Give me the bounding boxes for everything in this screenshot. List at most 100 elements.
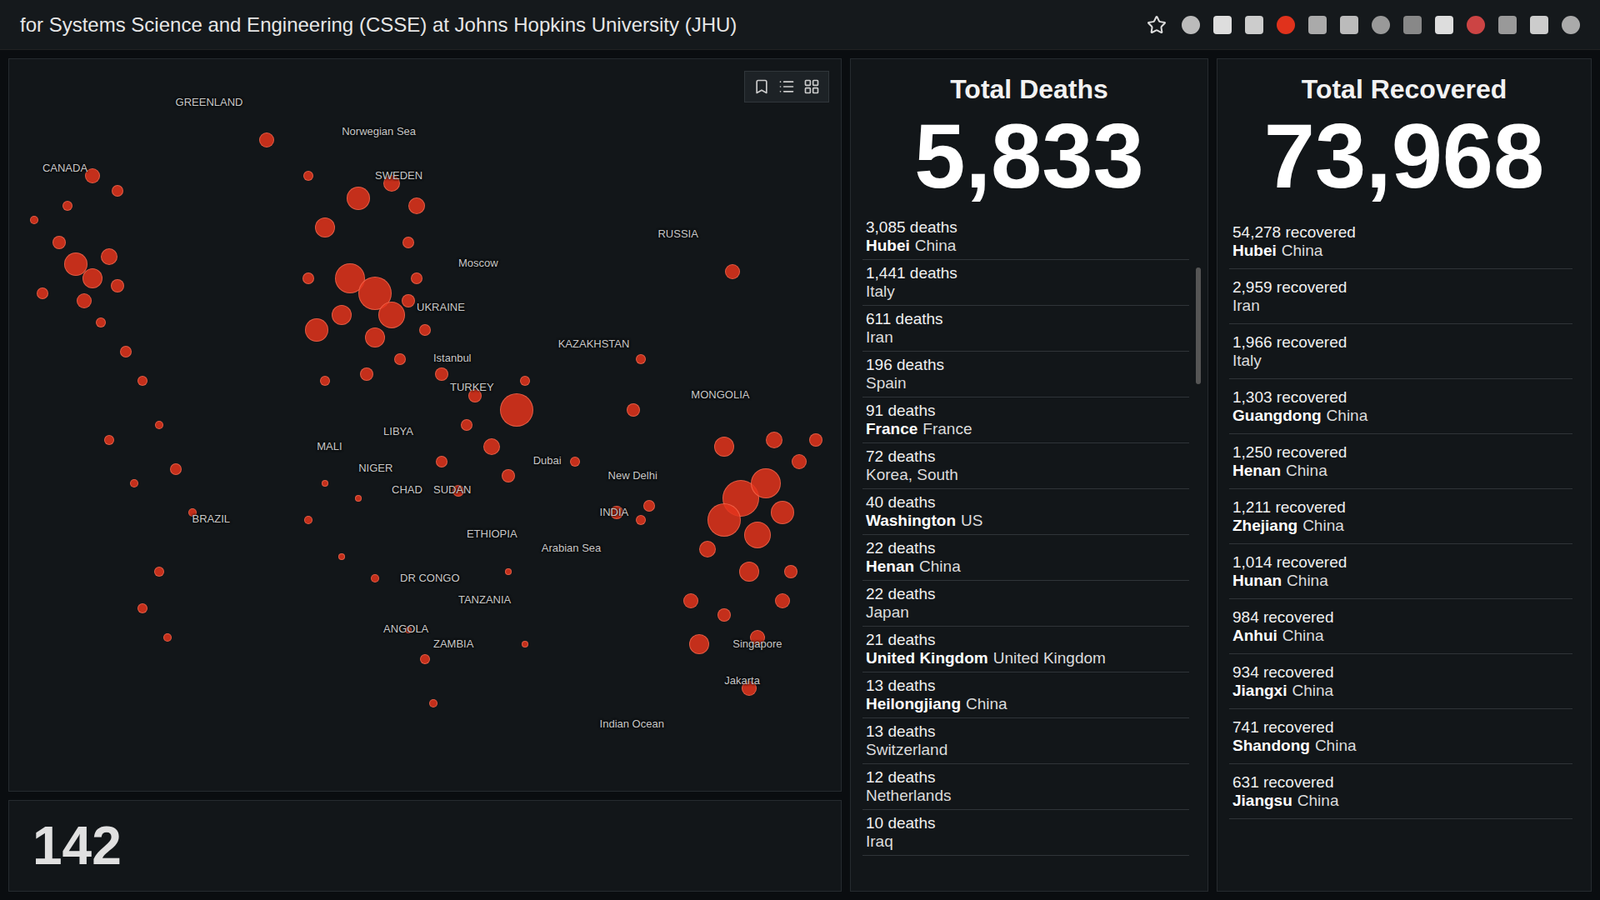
map-pin[interactable] xyxy=(635,354,646,365)
grid-icon[interactable] xyxy=(803,78,820,95)
map-pin[interactable] xyxy=(401,294,415,308)
map-pin[interactable] xyxy=(346,186,370,210)
list-row[interactable]: 40 deathsWashingtonUS xyxy=(862,489,1190,535)
extension-icon[interactable] xyxy=(1435,15,1454,35)
list-row[interactable]: 13 deathsHeilongjiangChina xyxy=(862,672,1190,719)
list-row[interactable]: 91 deathsFranceFrance xyxy=(862,397,1190,444)
map-pin[interactable] xyxy=(137,603,148,614)
extension-icon[interactable] xyxy=(1530,15,1549,35)
list-row[interactable]: 611 deathsIran xyxy=(862,305,1190,352)
map-pin[interactable] xyxy=(775,593,790,609)
map-pin[interactable] xyxy=(521,640,529,648)
extension-icon[interactable] xyxy=(1498,15,1517,35)
list-row[interactable]: 13 deathsSwitzerland xyxy=(862,718,1190,765)
map-pin[interactable] xyxy=(137,375,148,386)
list-row[interactable]: 3,085 deathsHubeiChina xyxy=(862,214,1190,260)
map-pin[interactable] xyxy=(378,301,405,329)
map-pin[interactable] xyxy=(320,375,330,386)
map-pin[interactable] xyxy=(36,287,49,300)
list-row[interactable]: 21 deathsUnited KingdomUnited Kingdom xyxy=(862,626,1190,673)
map-pin[interactable] xyxy=(707,503,741,537)
map-pin[interactable] xyxy=(303,170,314,181)
extension-icon[interactable] xyxy=(1276,15,1295,35)
map-pin[interactable] xyxy=(765,431,783,449)
map-pin[interactable] xyxy=(82,268,103,289)
star-icon[interactable] xyxy=(1146,15,1167,35)
map-pin[interactable] xyxy=(154,566,165,577)
scrollbar[interactable] xyxy=(1195,267,1201,385)
item-list[interactable]: 54,278 recoveredHubeiChina2,959 recovere… xyxy=(1217,214,1591,891)
map-pin[interactable] xyxy=(410,272,423,285)
list-row[interactable]: 10 deathsIraq xyxy=(862,810,1190,856)
map-pin[interactable] xyxy=(62,200,73,211)
map-pin[interactable] xyxy=(483,438,500,455)
map-pin[interactable] xyxy=(791,454,807,470)
map[interactable]: CANADAGREENLANDNorwegian SeaSWEDENRUSSIA… xyxy=(8,58,842,792)
list-row[interactable]: 196 deathsSpain xyxy=(862,351,1190,398)
map-pin[interactable] xyxy=(365,327,385,348)
map-pin[interactable] xyxy=(110,279,125,293)
map-pin[interactable] xyxy=(305,318,329,342)
map-pin[interactable] xyxy=(120,345,132,358)
extension-icon[interactable] xyxy=(1371,15,1390,35)
map-pin[interactable] xyxy=(100,248,118,265)
extension-icon[interactable] xyxy=(1213,15,1232,35)
map-pin[interactable] xyxy=(689,634,710,655)
extension-icon[interactable] xyxy=(1245,15,1264,35)
list-row[interactable]: 12 deathsNetherlands xyxy=(862,764,1190,810)
map-pin[interactable] xyxy=(304,515,313,525)
map-pin[interactable] xyxy=(30,215,39,225)
map-pin[interactable] xyxy=(520,375,530,386)
map-pin[interactable] xyxy=(302,272,315,285)
map-pin[interactable] xyxy=(643,500,655,512)
map-pin[interactable] xyxy=(500,393,534,427)
map-pin[interactable] xyxy=(360,367,374,381)
map-pin[interactable] xyxy=(770,500,795,525)
map-pin[interactable] xyxy=(402,236,415,249)
map-pin[interactable] xyxy=(744,521,771,549)
map-pin[interactable] xyxy=(683,593,699,609)
item-list[interactable]: 3,085 deathsHubeiChina1,441 deathsItaly6… xyxy=(850,214,1208,891)
map-pin[interactable] xyxy=(725,264,740,280)
map-pin[interactable] xyxy=(784,565,798,579)
extension-icon[interactable] xyxy=(1466,15,1485,35)
map-pin[interactable] xyxy=(394,353,406,365)
map-pin[interactable] xyxy=(52,235,66,250)
extension-icon[interactable] xyxy=(1561,15,1580,35)
map-pin[interactable] xyxy=(717,608,731,622)
map-pin[interactable] xyxy=(505,568,512,575)
list-row[interactable]: 984 recoveredAnhuiChina xyxy=(1229,599,1573,655)
list-row[interactable]: 1,303 recoveredGuangdongChina xyxy=(1229,379,1573,435)
list-row[interactable]: 631 recoveredJiangsuChina xyxy=(1229,764,1573,820)
list-row[interactable]: 1,966 recoveredItaly xyxy=(1229,324,1573,380)
map-pin[interactable] xyxy=(104,435,115,445)
map-pin[interactable] xyxy=(170,463,182,475)
map-pin[interactable] xyxy=(714,436,735,457)
list-row[interactable]: 934 recoveredJiangxiChina xyxy=(1229,654,1573,710)
map-pin[interactable] xyxy=(331,305,352,325)
list-row[interactable]: 1,250 recoveredHenanChina xyxy=(1229,434,1573,490)
list-icon[interactable] xyxy=(778,78,795,95)
list-row[interactable]: 741 recoveredShandongChina xyxy=(1229,709,1573,765)
map-pin[interactable] xyxy=(408,197,425,215)
map-pin[interactable] xyxy=(130,479,139,488)
map-pin[interactable] xyxy=(699,540,716,558)
map-pin[interactable] xyxy=(338,553,345,560)
map-pin[interactable] xyxy=(626,403,640,417)
list-row[interactable]: 22 deathsHenanChina xyxy=(862,535,1190,581)
map-pin[interactable] xyxy=(111,185,124,197)
map-pin[interactable] xyxy=(420,654,430,665)
map-pin[interactable] xyxy=(809,433,823,447)
list-row[interactable]: 1,211 recoveredZhejiangChina xyxy=(1229,489,1573,545)
list-row[interactable]: 54,278 recoveredHubeiChina xyxy=(1229,214,1573,270)
map-pin[interactable] xyxy=(435,455,448,468)
map-pin[interactable] xyxy=(355,495,362,502)
map-pin[interactable] xyxy=(635,515,646,525)
list-row[interactable]: 22 deathsJapan xyxy=(862,580,1190,627)
map-pin[interactable] xyxy=(739,561,760,582)
map-pin[interactable] xyxy=(501,469,515,483)
extension-icon[interactable] xyxy=(1403,15,1422,35)
extension-icon[interactable] xyxy=(1340,15,1359,35)
map-pin[interactable] xyxy=(163,633,172,642)
list-row[interactable]: 1,014 recoveredHunanChina xyxy=(1229,544,1573,600)
